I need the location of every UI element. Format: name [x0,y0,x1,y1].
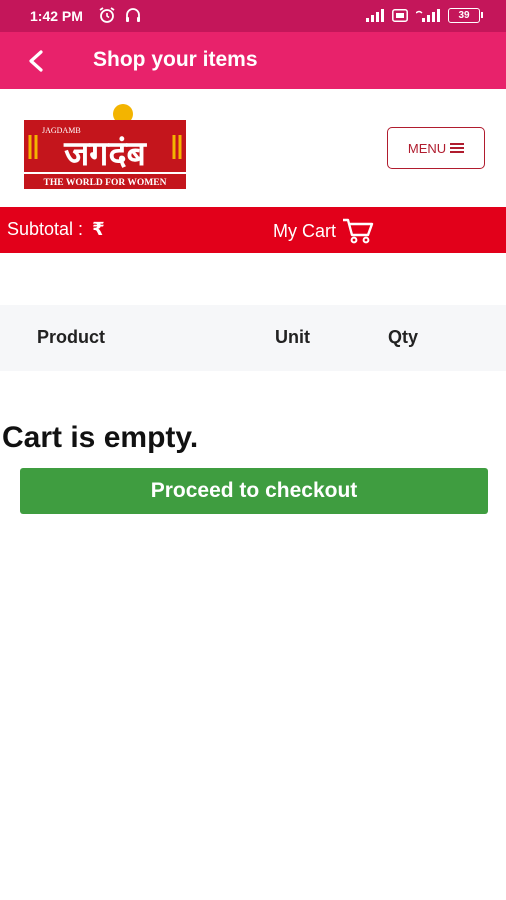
column-product: Product [37,327,106,347]
wifi-signal-icon [416,9,440,22]
cart-table-header: Product Unit Qty [0,305,506,371]
my-cart-link[interactable]: My Cart [273,218,374,244]
brand-logo[interactable]: JAGDAMB जगदंब THE WORLD FOR WOMEN [24,103,186,191]
back-button[interactable] [22,46,52,76]
page-title: Shop your items [93,48,258,71]
volte-icon [392,9,408,22]
empty-cart-message: Cart is empty. [2,421,199,454]
battery-level: 39 [458,10,470,21]
battery-icon: 39 [448,8,483,23]
subtotal: Subtotal : ₹ [7,219,105,240]
status-icons-left [98,6,142,24]
currency-symbol: ₹ [92,219,105,239]
logo-devanagari: जगदंब [63,134,147,174]
cart-summary-bar: Subtotal : ₹ My Cart [0,207,506,253]
column-unit: Unit [275,327,310,347]
menu-label: MENU [407,140,447,156]
subtotal-label: Subtotal : [7,219,84,239]
signal-icon [366,9,384,22]
shopping-cart-icon [343,218,374,244]
logo-tagline: THE WORLD FOR WOMEN [44,178,167,188]
column-qty: Qty [388,327,419,347]
back-arrow-icon [29,50,43,72]
status-bar: 1:42 PM 39 [0,0,506,32]
status-icons-right: 39 [366,8,483,23]
proceed-to-checkout-button[interactable]: Proceed to checkout [20,468,488,514]
logo-graphic: JAGDAMB जगदंब THE WORLD FOR WOMEN [24,104,186,189]
app-bar: Shop your items [0,32,506,89]
headset-icon [126,8,140,22]
menu-button[interactable]: MENU [387,127,485,169]
hamburger-icon [450,143,465,153]
status-time: 1:42 PM [30,8,83,24]
my-cart-label: My Cart [273,220,336,241]
alarm-icon [99,7,115,23]
